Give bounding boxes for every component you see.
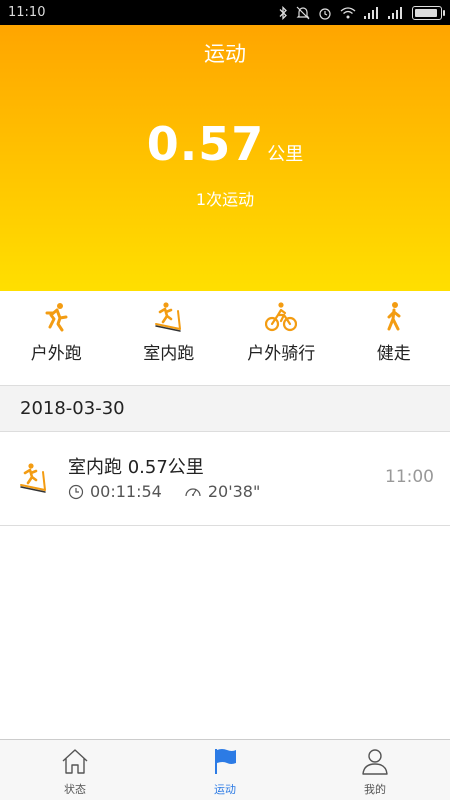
sport-type-label: 健走 bbox=[376, 344, 411, 364]
sport-type-label: 户外骑行 bbox=[247, 344, 316, 364]
walking-icon bbox=[387, 302, 401, 331]
sport-type-walking[interactable]: 健走 bbox=[338, 291, 450, 385]
speedometer-icon bbox=[185, 487, 201, 496]
record-pace: 20'38" bbox=[207, 482, 261, 501]
record-time: 11:00 bbox=[385, 467, 434, 487]
distance-unit: 公里 bbox=[267, 144, 304, 165]
signal-icon bbox=[364, 6, 378, 19]
section-date: 2018-03-30 bbox=[20, 398, 125, 419]
treadmill-icon bbox=[154, 302, 181, 332]
nav-tab-status[interactable]: 状态 bbox=[0, 740, 150, 800]
status-icons bbox=[278, 5, 445, 20]
record-duration: 00:11:54 bbox=[90, 482, 162, 501]
bluetooth-icon bbox=[279, 5, 287, 20]
person-icon bbox=[362, 749, 388, 775]
status-bar: 11:10 bbox=[0, 0, 450, 25]
wifi-icon bbox=[340, 6, 356, 18]
sport-type-outdoor-cycling[interactable]: 户外骑行 bbox=[225, 291, 338, 385]
workout-record[interactable]: 室内跑 0.57公里 00:11:54 20'38" 11:00 bbox=[0, 432, 450, 526]
alarm-off-icon bbox=[296, 6, 310, 19]
treadmill-icon bbox=[20, 463, 46, 493]
cycling-icon bbox=[265, 302, 298, 332]
date-section-header: 2018-03-30 bbox=[0, 386, 450, 432]
nav-label: 运动 bbox=[214, 783, 236, 796]
sport-type-label: 户外跑 bbox=[30, 344, 82, 364]
workout-count: 1次运动 bbox=[195, 190, 255, 209]
distance-value: 0.57 bbox=[146, 117, 265, 171]
record-meta: 00:11:54 20'38" bbox=[68, 482, 260, 501]
outdoor-run-icon bbox=[45, 303, 68, 332]
home-icon bbox=[62, 749, 88, 774]
sport-type-indoor-run[interactable]: 室内跑 bbox=[113, 291, 226, 385]
clock-icon bbox=[68, 484, 84, 499]
sport-type-outdoor-run[interactable]: 户外跑 bbox=[0, 291, 113, 385]
total-distance: 0.57 公里 bbox=[0, 117, 450, 171]
signal-icon bbox=[388, 6, 402, 19]
page-title: 运动 bbox=[204, 42, 246, 66]
battery-icon bbox=[412, 5, 445, 20]
sport-type-label: 室内跑 bbox=[143, 344, 195, 364]
flag-icon bbox=[215, 749, 236, 774]
bottom-nav: 状态 运动 我的 bbox=[0, 739, 450, 800]
nav-label: 我的 bbox=[364, 783, 386, 796]
sport-type-bar: 户外跑 室内跑 户外骑行 健走 bbox=[0, 291, 450, 385]
alarm-icon bbox=[319, 7, 331, 20]
record-title: 室内跑 0.57公里 bbox=[68, 457, 204, 478]
summary-header: 运动 0.57 公里 1次运动 bbox=[0, 25, 450, 291]
nav-tab-sport[interactable]: 运动 bbox=[150, 740, 300, 800]
nav-label: 状态 bbox=[64, 783, 86, 796]
status-time: 11:10 bbox=[8, 5, 46, 20]
nav-tab-me[interactable]: 我的 bbox=[300, 740, 450, 800]
